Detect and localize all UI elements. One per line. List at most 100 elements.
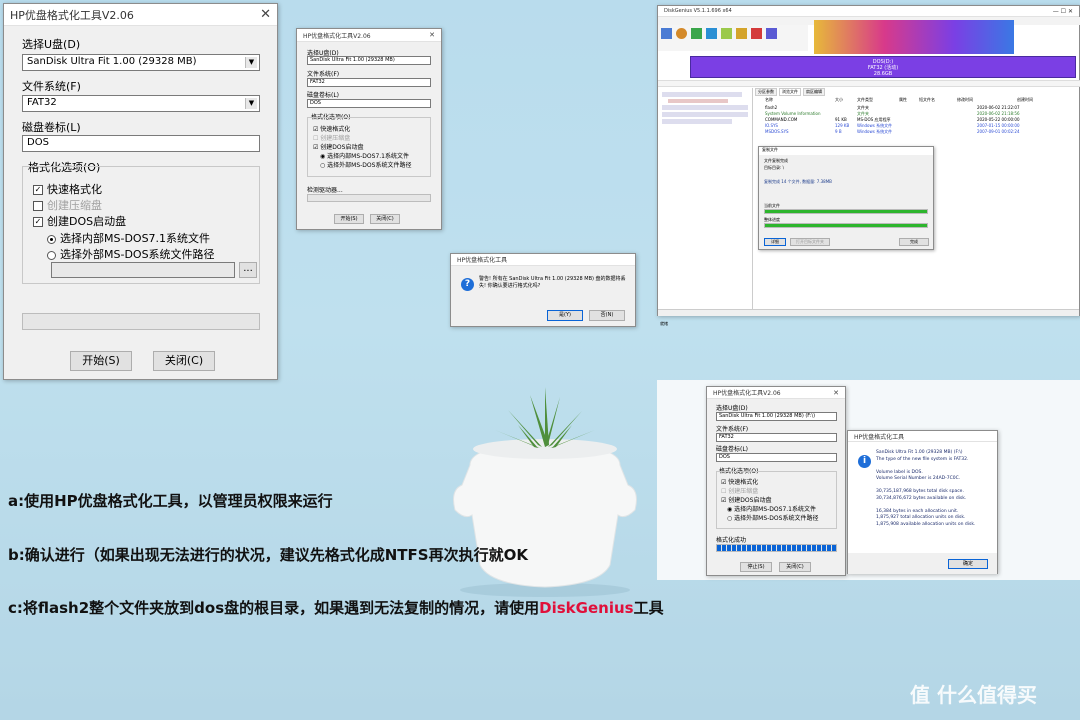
caption-b: b:确认进行（如果出现无法进行的状况，建议先格式化成NTFS再次执行就OK <box>8 546 528 564</box>
tree-item[interactable] <box>662 92 742 97</box>
copy-status: 文件复制完成 <box>764 158 788 163</box>
diskgenius-window: DiskGenius V5.1.1.696 x64 — ☐ ✕ DOS(D:) … <box>657 5 1080 326</box>
watermark-text: 值 什么值得买 <box>910 682 1037 707</box>
current-file-progress <box>764 209 928 214</box>
fs-label: 文件系统(F) <box>716 426 749 433</box>
caption-c-suffix: 工具 <box>633 599 664 617</box>
title-bar: HP优盘格式化工具 <box>451 254 635 266</box>
col-size[interactable]: 大小 <box>835 97 857 104</box>
delete-icon[interactable] <box>751 28 762 39</box>
window-controls[interactable]: — ☐ ✕ <box>1053 8 1073 15</box>
close-button[interactable]: 关闭(C) <box>370 214 400 224</box>
col-created[interactable]: 创建时间 <box>1017 97 1077 104</box>
col-modified[interactable]: 修改时间 <box>957 97 1017 104</box>
details-button[interactable]: 详细 <box>764 238 786 246</box>
close-button[interactable]: 关闭(C) <box>779 562 811 572</box>
partition-label-block: DOS(D:) FAT32 (活动) 28.6GB <box>691 59 1075 77</box>
external-dos-label: 选择外部MS-DOS系统文件路径 <box>734 515 819 522</box>
restore-icon[interactable] <box>691 28 702 39</box>
progress-fill <box>717 545 836 551</box>
yes-button[interactable]: 是(Y) <box>547 310 583 321</box>
compress-label: 创建压缩盘 <box>47 199 102 212</box>
volume-input[interactable]: DOS <box>22 135 260 152</box>
search-icon[interactable] <box>676 28 687 39</box>
overall-progress <box>764 223 928 228</box>
copy-files-dialog: 复制文件 文件复制完成 目标目录: \ 复制完成 14 个文件, 数据量: 7.… <box>758 146 934 250</box>
close-icon[interactable]: ✕ <box>833 389 839 397</box>
internal-dos-label: 选择内部MS-DOS7.1系统文件 <box>60 232 211 245</box>
tree-item[interactable] <box>662 112 748 117</box>
partition-bar[interactable]: DOS(D:) FAT32 (活动) 28.6GB <box>690 56 1076 78</box>
quick-format-checkbox[interactable]: ☑ 快速格式化 <box>721 477 758 486</box>
checkbox-checked-icon[interactable]: ✓ <box>33 217 43 227</box>
col-name[interactable]: 名称 <box>755 97 835 104</box>
status-text: 格式化成功 <box>716 537 747 544</box>
external-dos-label: 选择外部MS-DOS系统文件路径 <box>327 162 412 169</box>
col-short[interactable]: 短文件名 <box>919 97 957 104</box>
close-icon[interactable]: ✕ <box>429 31 435 39</box>
volume-input[interactable]: DOS <box>716 453 837 462</box>
dos-boot-checkbox[interactable]: ✓ 创建DOS启动盘 <box>33 213 126 229</box>
external-dos-radio[interactable]: 选择外部MS-DOS系统文件路径 <box>47 246 215 262</box>
fs-select[interactable]: FAT32 <box>307 78 431 87</box>
progress-bar <box>307 194 431 202</box>
dg-tab-browse[interactable]: 浏览文件 <box>779 88 801 96</box>
internal-dos-radio[interactable]: ◉ 选择内部MS-DOS7.1系统文件 <box>320 151 409 160</box>
dos-boot-checkbox[interactable]: ☑ 创建DOS启动盘 <box>721 495 771 504</box>
fs-select[interactable]: FAT32 <box>716 433 837 442</box>
fs-select[interactable]: FAT32 ▼ <box>22 95 260 112</box>
external-dos-radio[interactable]: ○ 选择外部MS-DOS系统文件路径 <box>727 513 818 522</box>
start-button[interactable]: 开始(S) <box>70 351 132 371</box>
radio-selected-icon[interactable] <box>47 234 56 244</box>
current-file-progress-fill <box>765 210 927 213</box>
new-partition-icon[interactable] <box>721 28 732 39</box>
chevron-down-icon[interactable]: ▼ <box>245 57 257 68</box>
fs-label: 文件系统(F) <box>22 80 81 93</box>
tree-item[interactable] <box>662 119 732 124</box>
tree-item[interactable] <box>662 105 748 110</box>
checkbox-checked-icon[interactable]: ✓ <box>33 185 43 195</box>
close-button[interactable]: 关闭(C) <box>153 351 215 371</box>
no-button[interactable]: 否(N) <box>589 310 625 321</box>
quick-format-checkbox[interactable]: ✓ 快速格式化 <box>33 181 102 197</box>
disk-info-bar <box>658 80 1080 87</box>
ok-button[interactable]: 确定 <box>948 559 988 569</box>
device-select[interactable]: SanDisk Ultra Fit 1.00 (29328 MB) <box>307 56 431 65</box>
dos-boot-checkbox[interactable]: ☑ 创建DOS启动盘 <box>313 142 363 151</box>
browse-button[interactable]: ... <box>239 262 257 278</box>
external-dos-radio[interactable]: ○ 选择外部MS-DOS系统文件路径 <box>320 160 411 169</box>
quick-format-checkbox[interactable]: ☑ 快速格式化 <box>313 124 350 133</box>
dos-boot-label: 创建DOS启动盘 <box>47 215 127 228</box>
save-icon[interactable] <box>661 28 672 39</box>
external-dos-label: 选择外部MS-DOS系统文件路径 <box>60 248 215 261</box>
col-type[interactable]: 文件类型 <box>857 97 899 104</box>
disk-tree-panel <box>658 88 753 310</box>
format-icon[interactable] <box>736 28 747 39</box>
dg-tab-params[interactable]: 分区参数 <box>755 88 777 96</box>
partition-size: 28.6GB <box>873 71 893 77</box>
file-size: 9 B <box>835 129 842 134</box>
finish-button[interactable]: 完成 <box>899 238 929 246</box>
dg-tab-sector[interactable]: 扇区编辑 <box>803 88 825 96</box>
internal-dos-radio[interactable]: 选择内部MS-DOS7.1系统文件 <box>47 230 210 246</box>
tree-item[interactable] <box>668 99 728 103</box>
start-button[interactable]: 开始(S) <box>334 214 364 224</box>
dos-boot-label: 创建DOS启动盘 <box>728 497 772 504</box>
device-label: 选择U盘(D) <box>716 405 748 412</box>
fs-select-value: FAT32 <box>27 97 57 108</box>
radio-icon[interactable] <box>47 250 56 260</box>
volume-input[interactable]: DOS <box>307 99 431 108</box>
close-icon[interactable]: ✕ <box>260 7 271 22</box>
col-attr[interactable]: 属性 <box>899 97 919 104</box>
table-row[interactable]: MSDOS.SYS 9 B Windows 系统文件 2007-09-01 00:02… <box>755 129 1077 135</box>
device-select[interactable]: SanDisk Ultra Fit 1.00 (29328 MB) (F:\) <box>716 412 837 421</box>
copy-dialog-title: 复制文件 <box>759 147 933 155</box>
internal-dos-radio[interactable]: ◉ 选择内部MS-DOS7.1系统文件 <box>727 504 816 513</box>
chevron-down-icon[interactable]: ▼ <box>245 98 257 109</box>
dg-tabs: 分区参数 浏览文件 扇区编辑 <box>755 88 875 96</box>
backup-icon[interactable] <box>766 28 777 39</box>
device-select[interactable]: SanDisk Ultra Fit 1.00 (29328 MB) ▼ <box>22 54 260 71</box>
quick-partition-icon[interactable] <box>706 28 717 39</box>
stop-button[interactable]: 停止(S) <box>740 562 772 572</box>
open-target-button[interactable]: 打开目标文件夹 <box>790 238 830 246</box>
